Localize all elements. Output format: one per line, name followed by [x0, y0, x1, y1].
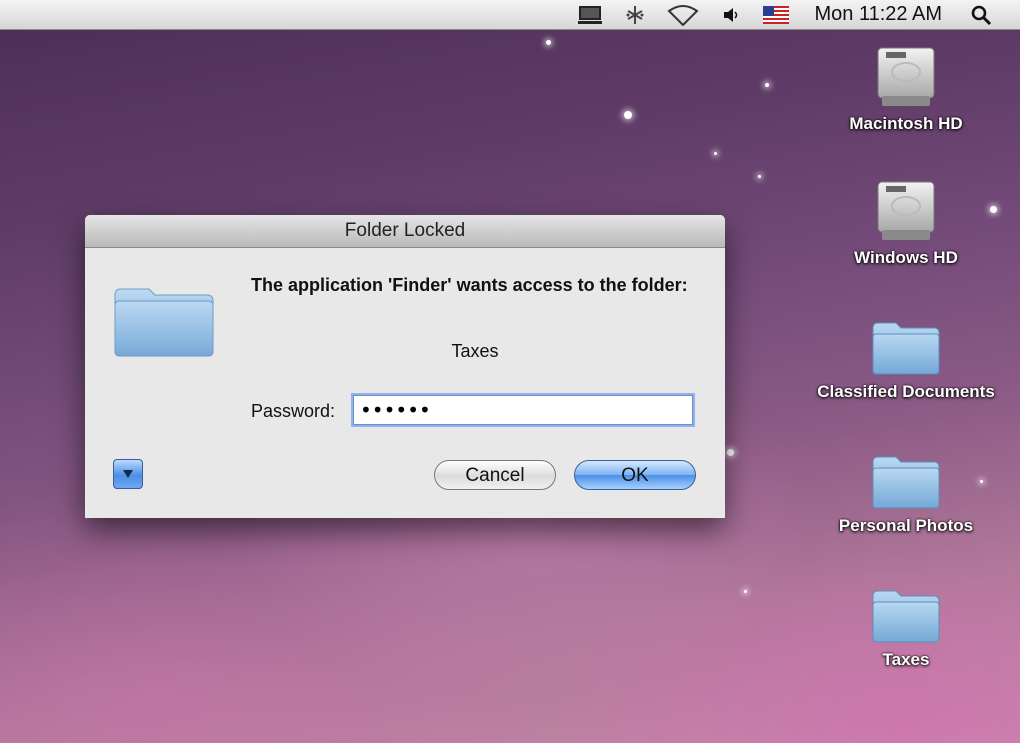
menu-clock[interactable]: Mon 11:22 AM: [815, 3, 942, 26]
desktop-item-label: Personal Photos: [838, 516, 974, 535]
star: [758, 175, 761, 178]
desktop-item-classified-documents[interactable]: Classified Documents: [796, 318, 1016, 402]
dialog-title: Folder Locked: [85, 215, 725, 248]
wifi-icon[interactable]: [666, 4, 699, 26]
password-field[interactable]: [351, 393, 695, 427]
menu-bar: Mon 11:22 AM: [0, 0, 1020, 30]
folder-icon: [872, 456, 940, 509]
folder-icon: [114, 288, 214, 357]
desktop-item-taxes[interactable]: Taxes: [796, 586, 1016, 670]
star: [546, 40, 551, 45]
star: [744, 590, 747, 593]
ok-button[interactable]: OK: [574, 460, 696, 490]
star: [714, 152, 717, 155]
desktop-item-label: Classified Documents: [817, 382, 995, 401]
spotlight-icon[interactable]: [970, 4, 992, 26]
disclosure-button[interactable]: [113, 459, 143, 489]
bluetooth-icon[interactable]: [625, 4, 645, 26]
folder-icon: [872, 322, 940, 375]
desktop-item-personal-photos[interactable]: Personal Photos: [796, 452, 1016, 536]
folder-icon: [872, 590, 940, 643]
cancel-button[interactable]: Cancel: [434, 460, 556, 490]
star: [765, 83, 769, 87]
volume-icon[interactable]: [721, 5, 741, 25]
star: [624, 111, 632, 119]
desktop-item-label: Windows HD: [854, 248, 958, 267]
folder-locked-dialog: Folder Locked The application 'Finder' w…: [85, 215, 725, 518]
locked-folder-name: Taxes: [451, 341, 499, 361]
desktop-item-label: Taxes: [882, 650, 930, 669]
desktop-item-label: Macintosh HD: [849, 114, 963, 133]
us-flag-icon[interactable]: [762, 5, 789, 24]
hard-drive-icon: [877, 181, 935, 240]
dialog-message: The application 'Finder' wants access to…: [251, 275, 688, 295]
password-label: Password:: [251, 401, 336, 421]
desktop-item-macintosh-hd[interactable]: Macintosh HD: [796, 44, 1016, 134]
star: [727, 449, 734, 456]
display-icon[interactable]: [577, 4, 603, 26]
triangle-down-icon: [123, 470, 133, 478]
hard-drive-icon: [877, 47, 935, 106]
desktop-item-windows-hd[interactable]: Windows HD: [796, 178, 1016, 268]
